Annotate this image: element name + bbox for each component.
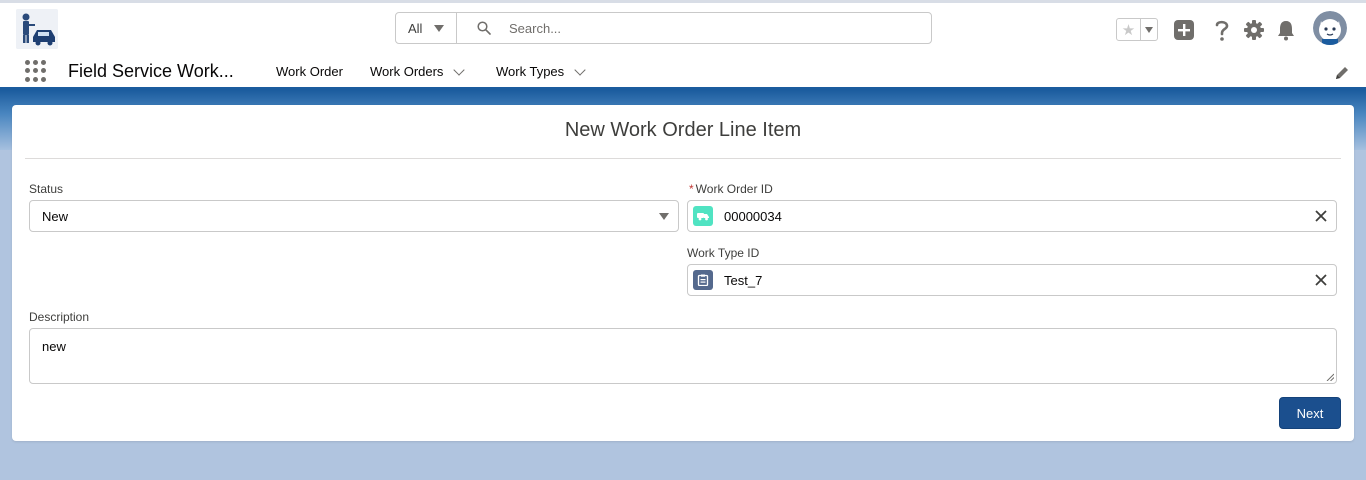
new-record-modal: New Work Order Line Item Status New * Wor… xyxy=(12,105,1354,441)
resize-handle-icon[interactable] xyxy=(1326,373,1334,381)
global-header: All ★ xyxy=(0,0,1366,55)
status-label: Status xyxy=(29,182,64,196)
chevron-down-icon xyxy=(659,213,669,220)
search-icon xyxy=(477,21,491,35)
nav-item-label: Work Order xyxy=(276,64,343,79)
add-icon[interactable] xyxy=(1172,18,1196,42)
global-search: All xyxy=(395,12,932,44)
app-launcher-icon[interactable] xyxy=(24,59,48,83)
favorites-dropdown[interactable] xyxy=(1141,19,1157,40)
favorites-button[interactable]: ★ xyxy=(1116,18,1158,41)
nav-item-work-types[interactable]: Work Types xyxy=(496,63,586,79)
user-avatar[interactable] xyxy=(1313,11,1347,45)
status-select[interactable]: New xyxy=(29,200,679,232)
description-value: new xyxy=(42,339,66,354)
description-label: Description xyxy=(29,310,90,324)
required-marker: * xyxy=(689,182,694,196)
app-name: Field Service Work... xyxy=(68,61,234,81)
chevron-down-icon[interactable] xyxy=(574,63,586,76)
work-order-id-lookup[interactable]: 00000034 xyxy=(687,200,1337,232)
chevron-down-icon xyxy=(1145,26,1153,33)
search-scope-dropdown[interactable]: All xyxy=(396,13,457,43)
app-nav-bar: Field Service Work... Work Order Work Or… xyxy=(0,55,1366,90)
nav-item-label: Work Types xyxy=(496,64,565,79)
work-order-icon xyxy=(693,206,713,226)
nav-item-work-orders[interactable]: Work Orders xyxy=(370,63,466,79)
next-button[interactable]: Next xyxy=(1279,397,1341,429)
nav-item-work-order[interactable]: Work Order xyxy=(276,64,343,79)
work-order-id-value: 00000034 xyxy=(724,208,782,224)
clear-selection-icon[interactable] xyxy=(1314,273,1328,287)
org-logo[interactable] xyxy=(16,9,58,49)
chevron-down-icon xyxy=(434,24,445,32)
search-field xyxy=(457,13,931,43)
status-value: New xyxy=(42,208,69,224)
edit-nav-pencil-icon[interactable] xyxy=(1334,65,1350,81)
work-type-icon xyxy=(693,270,713,290)
clear-selection-icon[interactable] xyxy=(1314,209,1328,223)
favorites-star-icon[interactable]: ★ xyxy=(1117,19,1141,40)
work-order-id-label: * Work Order ID xyxy=(689,182,773,196)
setup-gear-icon[interactable] xyxy=(1242,18,1266,42)
work-type-id-label: Work Type ID xyxy=(687,246,760,260)
work-order-id-label-text: Work Order ID xyxy=(695,182,773,196)
nav-item-label: Work Orders xyxy=(370,64,444,79)
search-scope-label: All xyxy=(408,20,423,36)
divider xyxy=(25,158,1341,159)
chevron-down-icon[interactable] xyxy=(453,63,466,76)
work-type-id-value: Test_7 xyxy=(724,272,763,288)
description-textarea[interactable]: new xyxy=(29,328,1337,384)
modal-title: New Work Order Line Item xyxy=(564,119,802,141)
notifications-bell-icon[interactable] xyxy=(1274,18,1298,42)
search-input[interactable] xyxy=(509,20,889,36)
work-type-id-lookup[interactable]: Test_7 xyxy=(687,264,1337,296)
help-icon[interactable] xyxy=(1210,18,1234,42)
